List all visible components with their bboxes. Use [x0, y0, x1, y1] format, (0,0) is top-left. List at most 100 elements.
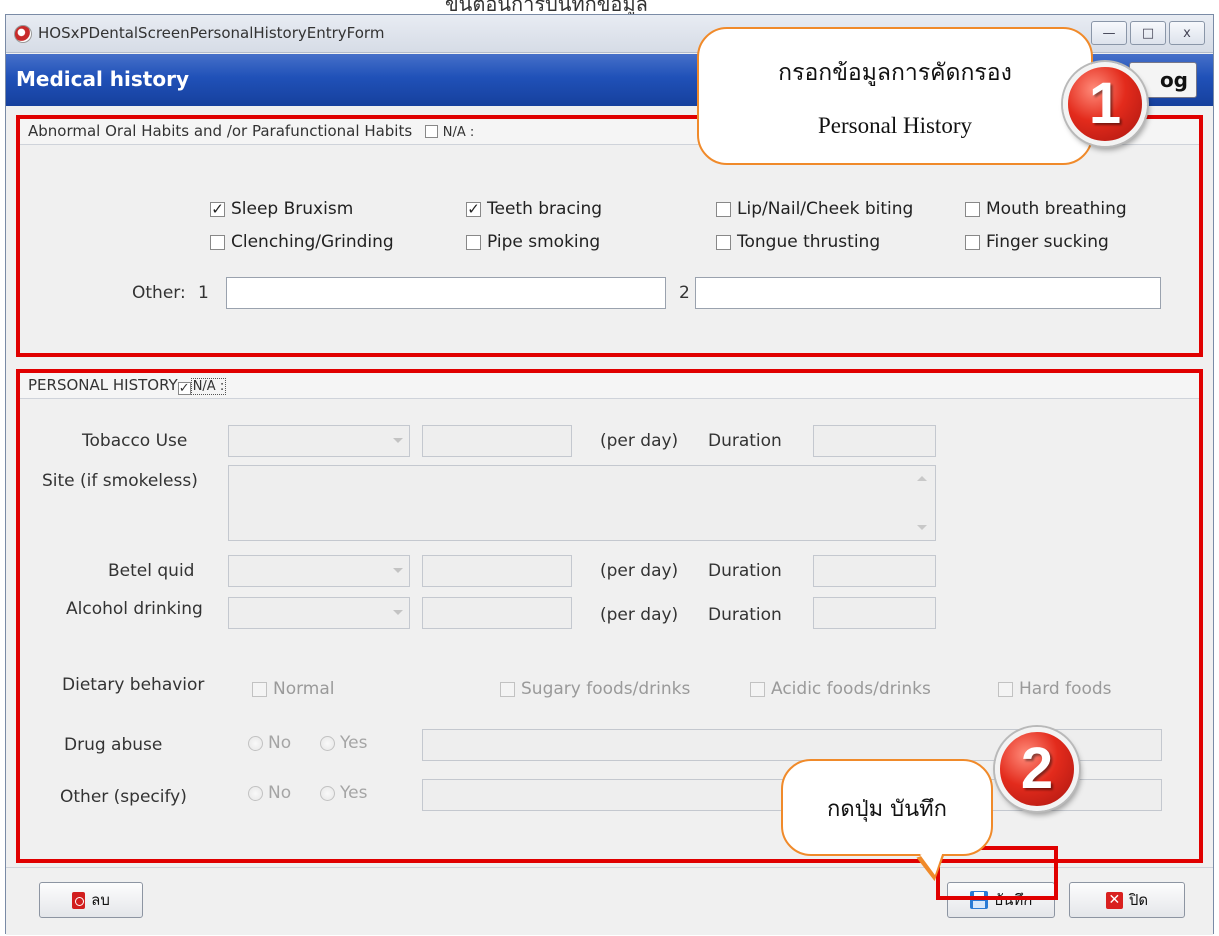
radio-circle [320, 735, 335, 751]
abnormal-na-label: N/A : [442, 125, 475, 140]
checkbox-label: Clenching/Grinding [231, 232, 394, 252]
alcohol-duration-input[interactable] [813, 597, 936, 629]
betel-per-day: (per day) [600, 561, 679, 581]
dietary-sugary-checkbox[interactable]: Sugary foods/drinks [500, 679, 690, 699]
betel-amount-input[interactable] [422, 555, 572, 587]
radio-circle [248, 785, 263, 801]
betel-select[interactable] [228, 555, 410, 587]
site-textarea[interactable] [228, 465, 936, 541]
betel-duration-label: Duration [708, 561, 782, 581]
window-title: HOSxPDentalScreenPersonalHistoryEntryFor… [38, 24, 385, 42]
betel-label: Betel quid [108, 561, 195, 581]
clenching-grinding-checkbox[interactable]: Clenching/Grinding [210, 232, 394, 252]
radio-label: No [268, 783, 292, 803]
teeth-bracing-checkbox[interactable]: ✓ Teeth bracing [466, 199, 602, 219]
chevron-down-icon [393, 438, 403, 443]
radio-circle [248, 735, 263, 751]
tobacco-amount-input[interactable] [422, 425, 572, 457]
checkbox-label: Teeth bracing [487, 199, 603, 219]
maximize-button[interactable]: □ [1130, 21, 1166, 45]
alcohol-label: Alcohol drinking [66, 599, 203, 619]
radio-label: Yes [340, 783, 368, 803]
abnormal-na-checkbox[interactable] [424, 125, 438, 138]
other-no-radio[interactable]: No [248, 783, 291, 803]
check-icon: ✓ [466, 199, 481, 218]
radio-circle [320, 785, 335, 801]
dietary-label: Dietary behavior [62, 675, 205, 695]
checkbox-box [210, 234, 225, 250]
check-icon: ✓ [210, 199, 225, 218]
delete-label: ลบ [91, 891, 110, 909]
checkbox-label: Tongue thrusting [737, 232, 881, 252]
alcohol-select[interactable] [228, 597, 410, 629]
site-label: Site (if smokeless) [42, 471, 198, 491]
callout-step-2: กดปุ่ม บันทึก [781, 759, 993, 856]
alcohol-amount-input[interactable] [422, 597, 572, 629]
close-button[interactable]: ✕ ปิด [1069, 882, 1185, 918]
close-label: ปิด [1128, 891, 1149, 909]
checkbox-box [750, 681, 765, 697]
checkbox-box [716, 234, 731, 250]
lip-nail-cheek-checkbox[interactable]: Lip/Nail/Cheek biting [716, 199, 913, 219]
checkbox-box [252, 681, 267, 697]
callout-2-thai: กดปุ่ม บันทึก [827, 797, 947, 822]
step-1-badge: 1 [1063, 62, 1147, 146]
scroll-up-icon [917, 476, 927, 481]
checkbox-label: Sleep Bruxism [231, 199, 354, 219]
finger-sucking-checkbox[interactable]: Finger sucking [965, 232, 1109, 252]
tobacco-duration-label: Duration [708, 431, 782, 451]
checkbox-label: Mouth breathing [986, 199, 1127, 219]
tobacco-label: Tobacco Use [82, 431, 188, 451]
dietary-hard-checkbox[interactable]: Hard foods [998, 679, 1112, 699]
step-2-badge: 2 [995, 727, 1079, 811]
checkbox-label: Normal [273, 679, 335, 699]
other-specify-label: Other (specify) [60, 787, 187, 807]
checkbox-label: Finger sucking [986, 232, 1109, 252]
other-1-input[interactable] [226, 277, 666, 309]
chevron-down-icon [393, 568, 403, 573]
checkbox-box [500, 681, 515, 697]
cropped-banner-text: ขั้นตอนการบันทึกข้อมูล [445, 0, 648, 14]
window-controls: — □ x [1091, 21, 1205, 45]
cropped-banner: ขั้นตอนการบันทึกข้อมูล [0, 0, 1219, 14]
mouth-breathing-checkbox[interactable]: Mouth breathing [965, 199, 1127, 219]
personal-na-checkbox[interactable]: ✓ [177, 382, 191, 395]
alcohol-per-day: (per day) [600, 605, 679, 625]
checkbox-box [716, 201, 731, 217]
dietary-acidic-checkbox[interactable]: Acidic foods/drinks [750, 679, 931, 699]
delete-button[interactable]: ลบ [39, 882, 143, 918]
checkbox-box [965, 234, 980, 250]
drug-yes-radio[interactable]: Yes [320, 733, 367, 753]
callout-1-thai: กรอกข้อมูลการคัดกรอง [778, 60, 1012, 86]
checkbox-box [466, 234, 481, 250]
other-yes-radio[interactable]: Yes [320, 783, 367, 803]
personal-na-label: N/A : [190, 378, 227, 395]
close-icon: ✕ [1105, 891, 1123, 909]
personal-history-header: PERSONAL HISTORY✓ N/A : [20, 373, 1199, 399]
callout-1-english: Personal History [818, 113, 972, 138]
radio-label: No [268, 733, 292, 753]
page-title: Medical history [16, 67, 190, 91]
callout-step-1: กรอกข้อมูลการคัดกรอง Personal History [697, 27, 1093, 165]
tobacco-select[interactable] [228, 425, 410, 457]
checkbox-label: Acidic foods/drinks [771, 679, 931, 699]
betel-duration-input[interactable] [813, 555, 936, 587]
radio-label: Yes [340, 733, 368, 753]
checkbox-label: Hard foods [1019, 679, 1112, 699]
other-1-label: 1 [198, 283, 209, 303]
tobacco-duration-input[interactable] [813, 425, 936, 457]
dietary-normal-checkbox[interactable]: Normal [252, 679, 335, 699]
other-2-input[interactable] [695, 277, 1161, 309]
drug-no-radio[interactable]: No [248, 733, 291, 753]
close-window-button[interactable]: x [1169, 21, 1205, 45]
alcohol-duration-label: Duration [708, 605, 782, 625]
checkbox-box [965, 201, 980, 217]
abnormal-habits-label: Abnormal Oral Habits and /or Parafunctio… [28, 122, 413, 140]
tongue-thrusting-checkbox[interactable]: Tongue thrusting [716, 232, 880, 252]
trash-icon [72, 891, 86, 909]
sleep-bruxism-checkbox[interactable]: ✓ Sleep Bruxism [210, 199, 353, 219]
minimize-button[interactable]: — [1091, 21, 1127, 45]
pipe-smoking-checkbox[interactable]: Pipe smoking [466, 232, 600, 252]
tobacco-per-day: (per day) [600, 431, 679, 451]
scroll-down-icon [917, 525, 927, 530]
